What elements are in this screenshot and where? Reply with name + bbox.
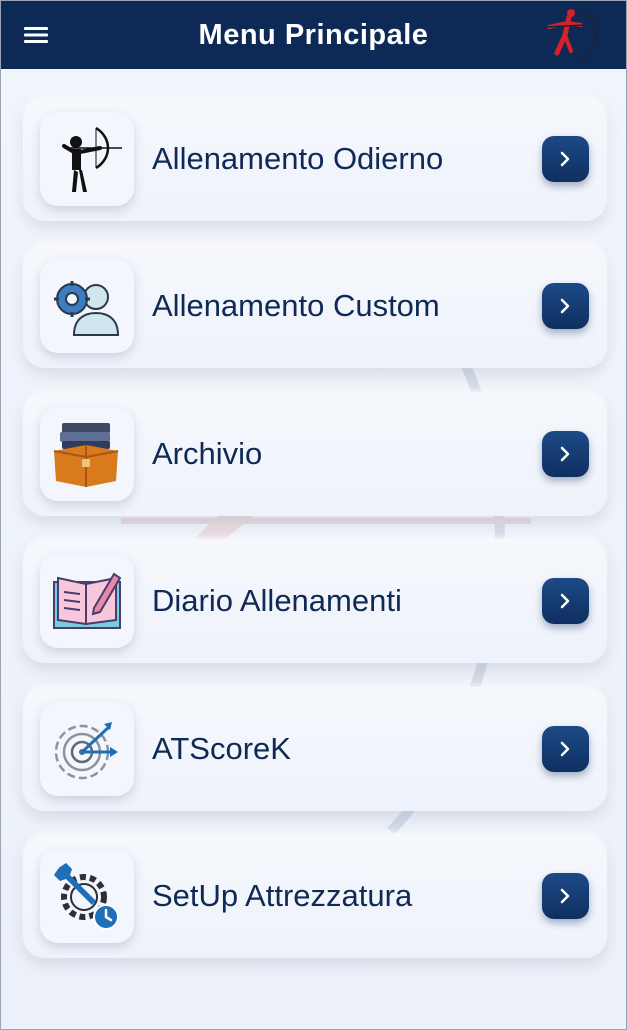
menu-item-label: Diario Allenamenti bbox=[152, 583, 402, 618]
chevron-right-button[interactable] bbox=[542, 726, 589, 772]
chevron-right-icon bbox=[560, 888, 570, 904]
menu-item-label: Allenamento Custom bbox=[152, 288, 440, 323]
chevron-right-button[interactable] bbox=[542, 873, 589, 919]
archive-box-icon bbox=[53, 423, 119, 487]
page-title: Menu Principale bbox=[198, 19, 429, 51]
app-screen: Menu Principale Allenamento Odierno Alle… bbox=[0, 0, 627, 1030]
chevron-right-icon bbox=[560, 151, 570, 167]
chevron-right-button[interactable] bbox=[542, 578, 589, 624]
diary-book-icon bbox=[53, 572, 122, 629]
archer-logo-icon bbox=[544, 5, 597, 65]
menu-item-label: SetUp Attrezzatura bbox=[152, 878, 413, 913]
app-bar: Menu Principale bbox=[1, 1, 626, 69]
chevron-right-button[interactable] bbox=[542, 431, 589, 477]
icon-tile bbox=[40, 112, 134, 206]
menu-card-diario-allenamenti[interactable]: Diario Allenamenti bbox=[23, 539, 607, 663]
chevron-right-button[interactable] bbox=[542, 283, 589, 329]
menu-item-label: Archivio bbox=[152, 436, 263, 471]
chevron-right-icon bbox=[560, 741, 570, 757]
user-settings-icon bbox=[54, 281, 120, 336]
icon-tile bbox=[40, 702, 134, 796]
icon-tile bbox=[40, 554, 134, 648]
menu-card-allenamento-custom[interactable]: Allenamento Custom bbox=[23, 244, 607, 368]
chevron-right-button[interactable] bbox=[542, 136, 589, 182]
chevron-right-icon bbox=[560, 446, 570, 462]
chevron-right-icon bbox=[560, 298, 570, 314]
archer-icon bbox=[62, 126, 122, 192]
icon-tile bbox=[40, 849, 134, 943]
menu-card-archivio[interactable]: Archivio bbox=[23, 392, 607, 516]
target-arrows-icon bbox=[54, 722, 118, 780]
icon-tile bbox=[40, 259, 134, 353]
menu-card-allenamento-odierno[interactable]: Allenamento Odierno bbox=[23, 97, 607, 221]
menu-item-label: Allenamento Odierno bbox=[152, 141, 444, 176]
menu-card-atscorek[interactable]: ATScoreK bbox=[23, 687, 607, 811]
chevron-right-icon bbox=[560, 593, 570, 609]
menu-item-label: ATScoreK bbox=[152, 731, 291, 766]
wrench-gear-icon bbox=[54, 863, 119, 930]
icon-tile bbox=[40, 407, 134, 501]
menu-card-setup-attrezzatura[interactable]: SetUp Attrezzatura bbox=[23, 834, 607, 958]
